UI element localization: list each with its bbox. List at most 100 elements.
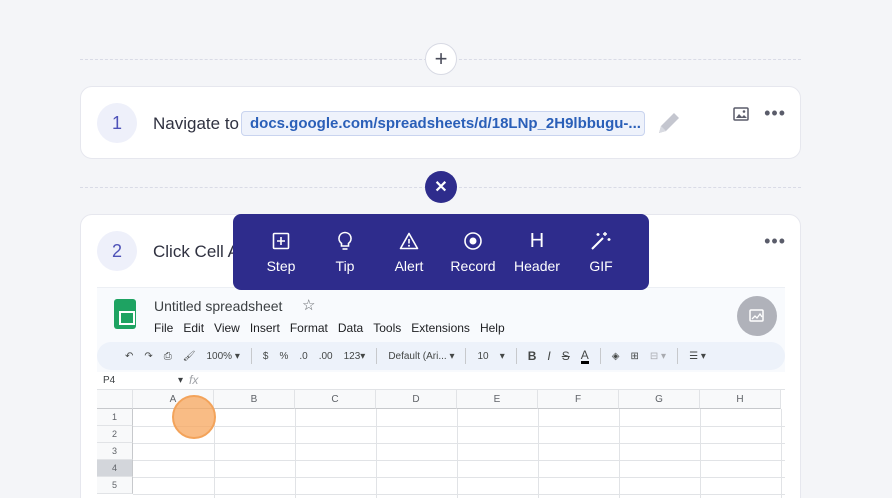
menu-view: View — [214, 321, 240, 335]
corner-cell — [97, 390, 133, 409]
image-edit-icon[interactable] — [737, 296, 777, 336]
menu-item-record[interactable]: Record — [441, 214, 505, 290]
menu-item-gif[interactable]: GIF — [569, 214, 633, 290]
star-icon: ☆ — [302, 297, 316, 314]
borders-icon: ⊞ — [630, 350, 639, 362]
column-header-c: C — [295, 390, 376, 409]
record-icon — [463, 230, 483, 252]
menu-format: Format — [289, 321, 328, 335]
grid-line — [295, 409, 296, 498]
toolbar-separator — [599, 348, 601, 364]
grid-line — [538, 409, 539, 498]
step-number: 1 — [97, 103, 137, 143]
column-header-d: D — [376, 390, 457, 409]
currency-format: $ — [262, 350, 269, 362]
bold-button: B — [527, 349, 537, 363]
menu-item-label: Alert — [394, 258, 424, 274]
menu-item-step[interactable]: Step — [249, 214, 313, 290]
image-icon[interactable] — [732, 105, 750, 123]
close-menu-button[interactable]: ✕ — [425, 171, 457, 203]
insert-menu: Step Tip Alert Record H Header GIF — [233, 214, 649, 290]
magic-wand-icon — [590, 230, 612, 252]
column-header-g: G — [619, 390, 700, 409]
url-link[interactable]: docs.google.com/spreadsheets/d/18LNp_2H9… — [241, 111, 645, 136]
menu-item-label: Record — [450, 258, 496, 274]
menu-item-label: Tip — [335, 258, 355, 274]
menu-item-label: Header — [514, 258, 560, 274]
more-icon[interactable]: ••• — [764, 231, 786, 252]
row-header-2: 2 — [97, 426, 133, 443]
column-header-b: B — [214, 390, 295, 409]
row-header-3: 3 — [97, 443, 133, 460]
menu-item-header[interactable]: H Header — [505, 214, 569, 290]
plus-icon: + — [434, 46, 448, 71]
sheets-toolbar: ↶ ↷ ⎙ 🖌 100% ▾ $ % .0 .00 123▾ Default (… — [97, 342, 785, 370]
zoom-select: 100% ▾ — [206, 350, 240, 362]
toolbar-separator — [250, 348, 252, 364]
row-header-1: 1 — [97, 409, 133, 426]
more-icon[interactable]: ••• — [764, 103, 786, 124]
column-header-e: E — [457, 390, 538, 409]
menu-edit: Edit — [183, 321, 205, 335]
step-number: 2 — [97, 231, 137, 271]
grid-line — [133, 426, 785, 427]
decrease-decimal: .0 — [299, 350, 308, 362]
step-text: Navigate to — [153, 114, 239, 133]
menu-extensions: Extensions — [411, 321, 470, 335]
plus-square-icon — [272, 230, 290, 252]
grid-line — [133, 494, 785, 495]
grid-line — [700, 409, 701, 498]
menu-file: File — [154, 321, 174, 335]
formula-bar: P4 ▾ fx — [97, 372, 785, 390]
increase-decimal: .00 — [318, 350, 333, 362]
header-icon: H — [529, 229, 545, 252]
sheets-logo-icon — [114, 299, 136, 329]
card-tools: ••• — [764, 231, 786, 252]
column-header-h: H — [700, 390, 781, 409]
redo-icon: ↷ — [144, 350, 153, 362]
toolbar-separator — [677, 348, 679, 364]
step-screenshot[interactable]: Untitled spreadsheet ☆ File Edit View In… — [97, 287, 785, 498]
undo-icon: ↶ — [125, 350, 134, 362]
close-icon: ✕ — [434, 179, 448, 196]
step-card-1[interactable]: 1 Navigate to docs.google.com/spreadshee… — [80, 86, 801, 159]
alert-icon — [399, 230, 419, 252]
strikethrough-button: S — [561, 349, 570, 363]
pencil-icon[interactable] — [655, 109, 685, 139]
row-header-5: 5 — [97, 477, 133, 494]
row-header-4: 4 — [97, 460, 133, 477]
menu-data: Data — [337, 321, 364, 335]
card-tools: ••• — [732, 103, 786, 124]
toolbar-separator — [515, 348, 517, 364]
grid-line — [376, 409, 377, 498]
toolbar-separator — [465, 348, 467, 364]
merge-cells-icon: ⊟ ▾ — [649, 350, 667, 362]
font-select: Default (Ari... ▾ — [388, 350, 455, 362]
click-marker — [172, 395, 216, 439]
grid-line — [619, 409, 620, 498]
fx-icon: fx — [189, 373, 199, 387]
menu-item-alert[interactable]: Alert — [377, 214, 441, 290]
print-icon: ⎙ — [163, 350, 172, 362]
percent-format: % — [279, 350, 289, 362]
lightbulb-icon — [337, 230, 353, 252]
font-size-select: 10 ▾ — [477, 350, 505, 362]
fill-color-icon: ◈ — [611, 350, 620, 362]
number-format-select: 123▾ — [343, 350, 366, 362]
grid-line — [133, 460, 785, 461]
menu-insert: Insert — [249, 321, 280, 335]
step-text: Click Cell A — [153, 242, 239, 261]
menu-item-tip[interactable]: Tip — [313, 214, 377, 290]
url-text: docs.google.com/spreadsheets/d/18LNp_2H9… — [250, 115, 641, 132]
toolbar-separator — [376, 348, 378, 364]
doc-title: Untitled spreadsheet — [154, 298, 283, 314]
menu-item-label: Step — [266, 258, 296, 274]
name-box: P4 ▾ — [103, 375, 184, 386]
text-color-button: A — [580, 347, 589, 364]
italic-button: I — [547, 349, 551, 363]
paint-format-icon: 🖌 — [182, 350, 196, 362]
menubar: File Edit View Insert Format Data Tools … — [154, 321, 505, 335]
column-header-f: F — [538, 390, 619, 409]
add-step-button[interactable]: + — [425, 43, 457, 75]
menu-item-label: GIF — [589, 258, 613, 274]
